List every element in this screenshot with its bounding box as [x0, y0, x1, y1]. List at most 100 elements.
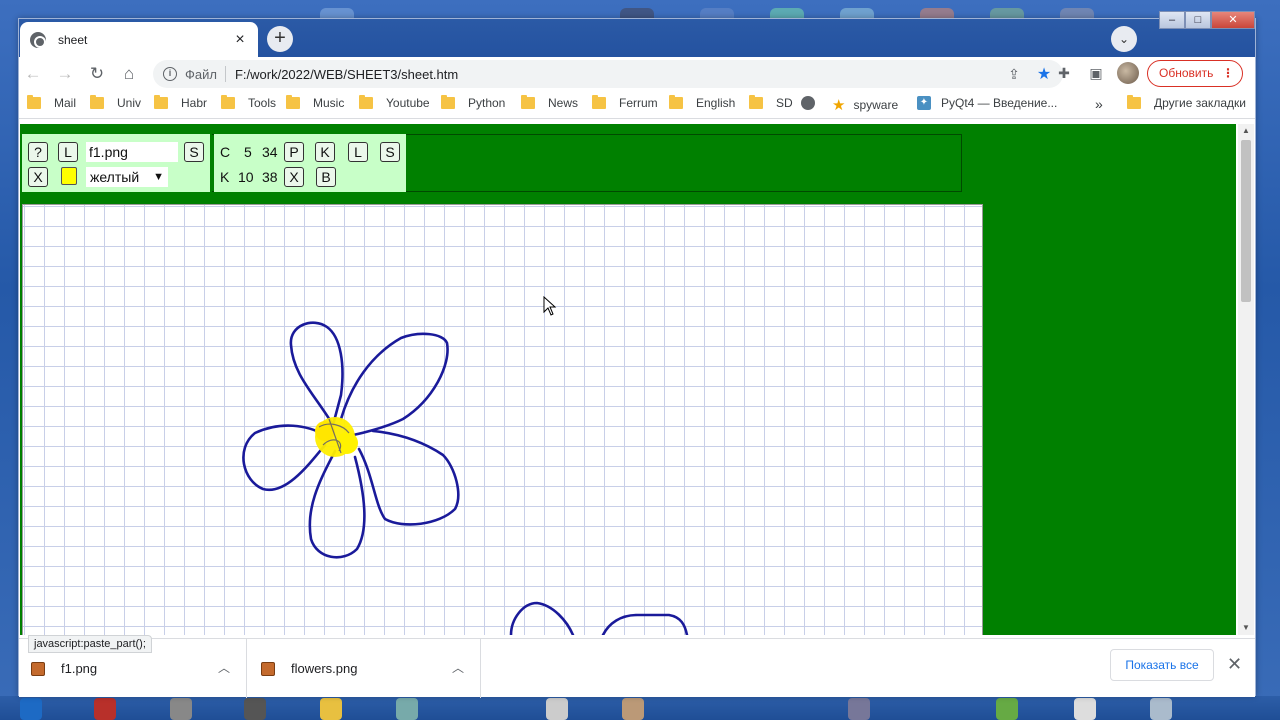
status-tooltip: javascript:paste_part(); — [28, 635, 152, 653]
load-button[interactable]: L — [58, 142, 78, 162]
bookmark-habr[interactable]: Habr — [154, 95, 207, 110]
row2-label: K — [220, 169, 230, 185]
page-viewport: ? L f1.png S X желтый ▼ C 5 34 P K L S K… — [20, 124, 1236, 635]
taskbar-icon[interactable] — [320, 698, 342, 720]
bookmark-python[interactable]: Python — [441, 95, 505, 110]
other-bookmarks[interactable]: Другие закладки — [1127, 95, 1246, 110]
taskbar-icon[interactable] — [244, 698, 266, 720]
bookmark-star-icon[interactable]: ★ — [1033, 64, 1055, 84]
petal-top-right — [339, 332, 449, 437]
menu-icon[interactable]: ⋮ — [1222, 61, 1234, 86]
reload-button[interactable]: ↻ — [86, 63, 108, 85]
drawing-canvas[interactable] — [22, 204, 983, 635]
chevron-up-icon[interactable]: ︿ — [452, 659, 464, 676]
browser-window: sheet × + ⌄ – □ ✕ ← → ↻ ⌂ i Файл F:/work… — [18, 11, 1256, 698]
row1-label: C — [220, 144, 231, 160]
taskbar-icon[interactable] — [546, 698, 568, 720]
save-button[interactable]: S — [184, 142, 204, 162]
filename-input[interactable]: f1.png — [86, 142, 178, 162]
maximize-button[interactable]: □ — [1185, 11, 1211, 29]
load-part-button[interactable]: L — [348, 142, 368, 162]
bookmark-youtube[interactable]: Youtube — [359, 95, 430, 110]
star-icon: ★ — [832, 97, 846, 114]
row2-value-a[interactable]: 10 — [238, 168, 254, 186]
info-icon[interactable]: i — [163, 67, 177, 81]
forward-button[interactable]: → — [54, 63, 76, 85]
taskbar-icon[interactable] — [622, 698, 644, 720]
flower-center — [315, 417, 358, 457]
download-item[interactable]: flowers.png ︿ — [249, 639, 481, 698]
share-icon[interactable]: ⇪ — [1003, 66, 1025, 83]
tab-strip: sheet × + ⌄ – □ ✕ — [19, 11, 1255, 57]
taskbar-icon[interactable] — [94, 698, 116, 720]
tab-sheet[interactable]: sheet × — [20, 22, 258, 57]
row1-value-b[interactable]: 34 — [262, 143, 278, 161]
close-icon[interactable]: × — [232, 31, 248, 49]
window-close-button[interactable]: ✕ — [1211, 11, 1255, 29]
color-swatch[interactable] — [61, 167, 77, 185]
chevron-up-icon[interactable]: ︿ — [218, 659, 230, 676]
scroll-down-icon[interactable]: ▼ — [1238, 621, 1254, 635]
minimize-button[interactable]: – — [1159, 11, 1185, 29]
taskbar-icon[interactable] — [996, 698, 1018, 720]
scroll-thumb[interactable] — [1241, 140, 1251, 302]
show-all-downloads-button[interactable]: Показать все — [1110, 649, 1214, 681]
bookmark-tools[interactable]: Tools — [221, 95, 276, 110]
bookmark-globe[interactable] — [801, 96, 815, 110]
paste-button[interactable]: P — [284, 142, 304, 162]
image-file-icon — [261, 661, 275, 676]
copy-button[interactable]: K — [315, 142, 335, 162]
folder-icon — [521, 95, 535, 109]
taskbar-icon[interactable] — [170, 698, 192, 720]
url-text[interactable]: F:/work/2022/WEB/SHEET3/sheet.htm — [235, 67, 1003, 82]
update-label: Обновить — [1159, 66, 1214, 80]
chevron-down-icon: ▼ — [153, 171, 164, 183]
cut-button[interactable]: X — [284, 167, 304, 187]
color-select-value: желтый — [90, 169, 140, 185]
bookmark-univ[interactable]: Univ — [90, 95, 141, 110]
tab-search-button[interactable]: ⌄ — [1111, 26, 1137, 52]
browser-toolbar: ← → ↻ ⌂ i Файл F:/work/2022/WEB/SHEET3/s… — [19, 57, 1255, 91]
scroll-up-icon[interactable]: ▲ — [1238, 124, 1254, 138]
row2-value-b[interactable]: 38 — [262, 168, 278, 186]
bookmark-music[interactable]: Music — [286, 95, 344, 110]
home-button[interactable]: ⌂ — [118, 63, 140, 85]
save-part-button[interactable]: S — [380, 142, 400, 162]
taskbar-icon[interactable] — [396, 698, 418, 720]
b-button[interactable]: B — [316, 167, 336, 187]
tab-title: sheet — [58, 32, 88, 47]
taskbar-icon[interactable] — [848, 698, 870, 720]
bookmark-sd[interactable]: SD — [749, 95, 793, 110]
copy-panel: C 5 34 P K L S K 10 38 X B — [214, 134, 406, 192]
reading-list-icon[interactable]: ▣ — [1086, 65, 1106, 83]
bookmark-spyware[interactable]: ★ spyware — [832, 96, 898, 114]
bookmark-pyqt4[interactable]: ✦ PyQt4 — Введение... — [917, 96, 1057, 110]
extensions-icon[interactable]: ✚ — [1054, 65, 1074, 83]
close-icon[interactable]: ✕ — [1227, 654, 1242, 675]
taskbar-icon[interactable] — [20, 698, 42, 720]
download-bar: f1.png ︿ flowers.png ︿ Показать все ✕ — [19, 638, 1255, 698]
help-button[interactable]: ? — [28, 142, 48, 162]
url-scheme: Файл — [185, 66, 217, 82]
address-bar[interactable]: i Файл F:/work/2022/WEB/SHEET3/sheet.htm… — [153, 60, 1063, 88]
taskbar-icon[interactable] — [1074, 698, 1096, 720]
page-scrollbar[interactable]: ▲ ▼ — [1238, 124, 1254, 635]
bookmark-news[interactable]: News — [521, 95, 578, 110]
taskbar-icon[interactable] — [1150, 698, 1172, 720]
globe-icon — [30, 31, 46, 48]
divider — [224, 66, 226, 82]
bookmark-english[interactable]: English — [669, 95, 735, 110]
clear-button[interactable]: X — [28, 167, 48, 187]
folder-icon — [27, 95, 41, 109]
update-button[interactable]: Обновить ⋮ — [1147, 60, 1243, 87]
folder-icon — [154, 95, 168, 109]
new-tab-button[interactable]: + — [267, 26, 293, 52]
drawing-layer — [242, 321, 689, 635]
back-button[interactable]: ← — [22, 63, 44, 85]
profile-avatar[interactable] — [1117, 62, 1139, 84]
bookmark-ferrum[interactable]: Ferrum — [592, 95, 658, 110]
bookmarks-overflow-button[interactable]: » — [1095, 96, 1103, 112]
color-select[interactable]: желтый ▼ — [86, 167, 168, 187]
row1-value-a[interactable]: 5 — [244, 143, 252, 161]
bookmark-mail[interactable]: Mail — [27, 95, 76, 110]
